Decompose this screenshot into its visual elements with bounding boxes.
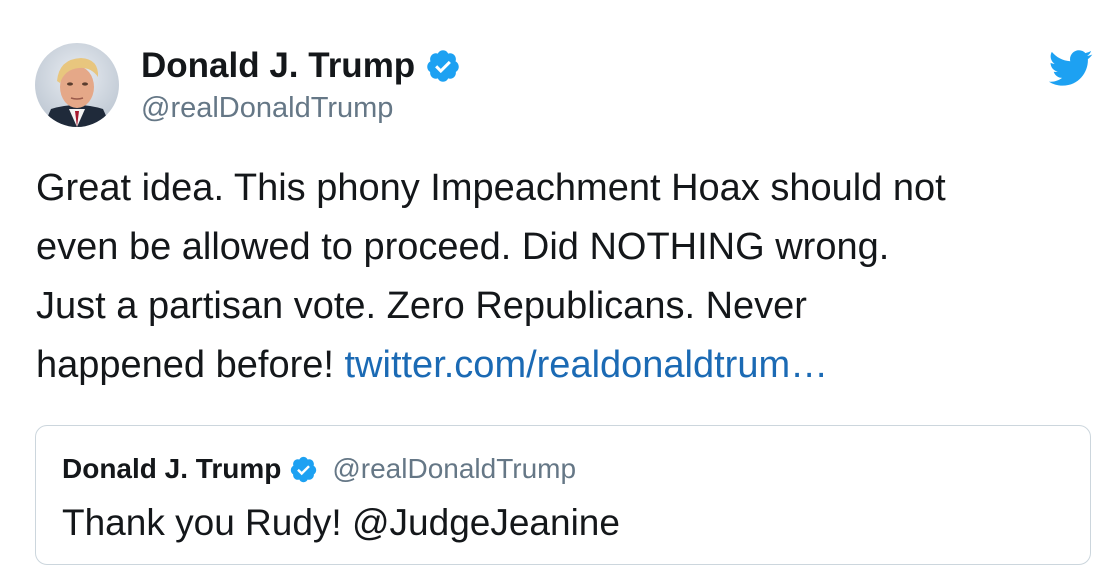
tweet-text-segment: happened before!	[36, 344, 345, 386]
avatar-photo-icon	[35, 43, 119, 127]
author-handle[interactable]: @realDonaldTrump	[141, 88, 393, 128]
verified-badge-icon	[425, 48, 461, 84]
tweet-text-line: Just a partisan vote. Zero Republicans. …	[36, 285, 807, 327]
quoted-author-name: Donald J. Trump	[62, 453, 282, 484]
tweet-text: Great idea. This phony Impeachment Hoax …	[36, 159, 1101, 395]
quoted-tweet[interactable]: Donald J. Trump @realDonaldTrump Thank y…	[35, 425, 1091, 565]
tweet-text-line: even be allowed to proceed. Did NOTHING …	[36, 226, 890, 268]
author-name-row: Donald J. Trump	[141, 43, 461, 89]
tweet-text-line-with-link: happened before! twitter.com/realdonaldt…	[36, 336, 1101, 395]
quoted-tweet-header: Donald J. Trump @realDonaldTrump	[62, 450, 576, 488]
tweet-card: Donald J. Trump @realDonaldTrump Great i…	[0, 0, 1119, 565]
quoted-tweet-text: Thank you Rudy! @JudgeJeanine	[62, 502, 620, 543]
author-avatar[interactable]	[35, 43, 119, 127]
quoted-author-handle: @realDonaldTrump	[332, 453, 577, 484]
twitter-bird-icon[interactable]	[1047, 48, 1093, 88]
tweet-link[interactable]: twitter.com/realdonaldtrum…	[345, 344, 829, 386]
tweet-text-line: Great idea. This phony Impeachment Hoax …	[36, 167, 946, 209]
author-display-name[interactable]: Donald J. Trump	[141, 43, 415, 89]
verified-badge-icon	[289, 455, 318, 484]
